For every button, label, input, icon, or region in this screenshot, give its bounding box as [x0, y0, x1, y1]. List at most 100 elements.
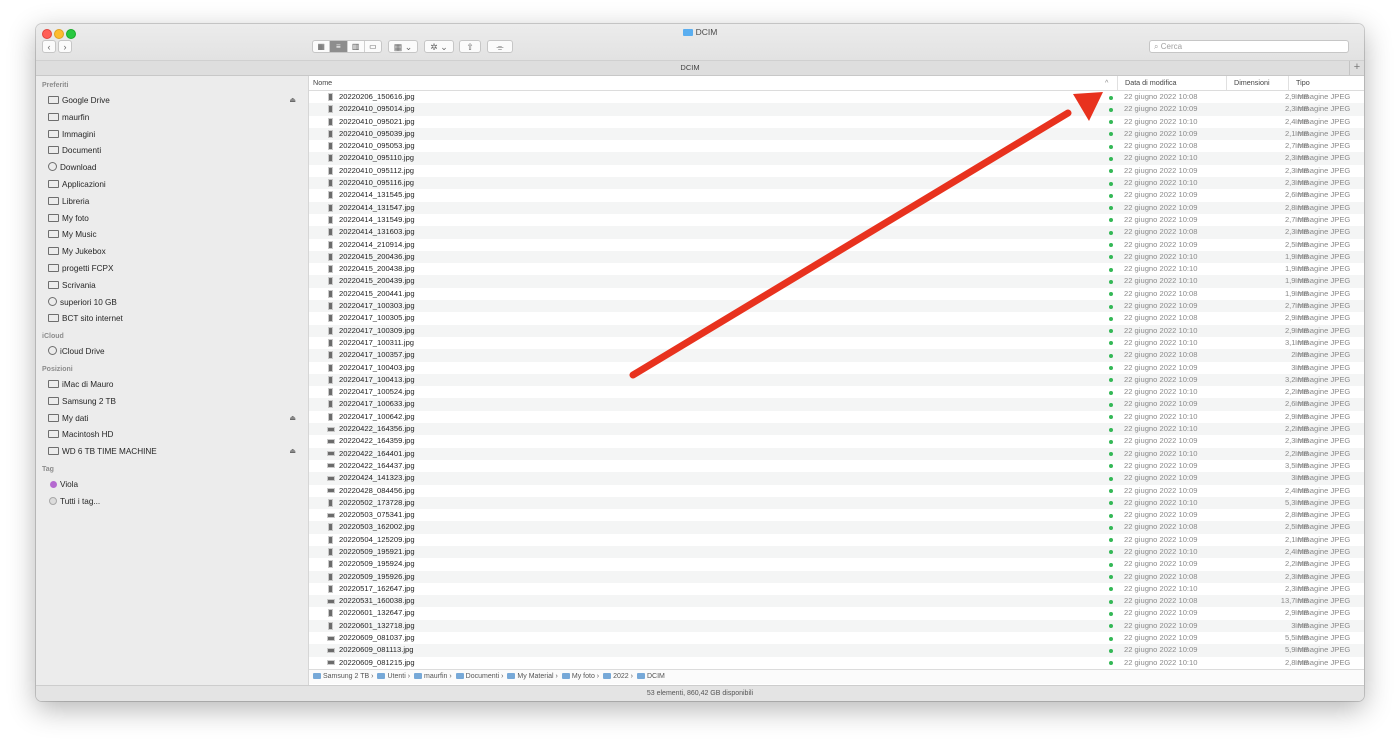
column-size[interactable]: Dimensioni — [1226, 76, 1294, 90]
sidebar-item[interactable]: superiori 10 GB — [48, 296, 304, 310]
column-kind[interactable]: Tipo — [1288, 76, 1364, 90]
sidebar-item[interactable]: Libreria — [48, 195, 304, 209]
file-row[interactable]: 20220517_162647.jpg 22 giugno 2022 10:10 2… — [309, 583, 1364, 595]
file-row[interactable]: 20220414_131545.jpg 22 giugno 2022 10:09 2… — [309, 189, 1364, 201]
file-row[interactable]: 20220410_095021.jpg 22 giugno 2022 10:10 2… — [309, 116, 1364, 128]
file-row[interactable]: 20220417_100633.jpg 22 giugno 2022 10:09 2… — [309, 398, 1364, 411]
file-row[interactable]: 20220422_164437.jpg 22 giugno 2022 10:09 3… — [309, 460, 1364, 472]
breadcrumb-item[interactable]: DCIM — [636, 673, 665, 680]
file-row[interactable]: 20220417_100403.jpg 22 giugno 2022 10:09 3… — [309, 362, 1364, 374]
back-button[interactable]: ‹ — [42, 40, 56, 53]
sidebar-item[interactable]: My Music — [48, 228, 304, 242]
column-date[interactable]: Data di modifica — [1117, 76, 1225, 90]
column-name[interactable]: Nome — [313, 76, 1103, 90]
action-button[interactable]: ✲ ⌄ — [424, 40, 454, 53]
file-row[interactable]: 20220424_141323.jpg 22 giugno 2022 10:09 3… — [309, 472, 1364, 485]
file-row[interactable]: 20220609_081113.jpg 22 giugno 2022 10:09 5… — [309, 644, 1364, 657]
sidebar-item[interactable]: iMac di Mauro — [48, 378, 304, 392]
file-row[interactable]: 20220414_131603.jpg 22 giugno 2022 10:08 2… — [309, 226, 1364, 239]
file-row[interactable]: 20220531_160038.jpg 22 giugno 2022 10:08 1… — [309, 595, 1364, 608]
file-row[interactable]: 20220428_084456.jpg 22 giugno 2022 10:09 2… — [309, 485, 1364, 497]
file-row[interactable]: 20220410_095014.jpg 22 giugno 2022 10:09 2… — [309, 103, 1364, 116]
search-field[interactable]: ⌕ Cerca — [1149, 40, 1349, 53]
sidebar-item[interactable]: BCT sito internet — [48, 312, 304, 326]
sidebar-item[interactable]: Viola — [48, 478, 304, 492]
file-row[interactable]: 20220422_164359.jpg 22 giugno 2022 10:09 2… — [309, 435, 1364, 447]
file-row[interactable]: 20220502_173728.jpg 22 giugno 2022 10:10 5… — [309, 496, 1364, 510]
file-row[interactable]: 20220417_100311.jpg 22 giugno 2022 10:10 3… — [309, 337, 1364, 349]
gallery-view-icon[interactable]: ▭ — [365, 41, 381, 52]
breadcrumb-item[interactable]: Samsung 2 TB › — [313, 673, 373, 680]
sidebar-item[interactable]: My foto — [48, 212, 304, 226]
file-row[interactable]: 20220206_150616.jpg 22 giugno 2022 10:08 2… — [309, 91, 1364, 103]
breadcrumb-item[interactable]: maurfin › — [414, 673, 452, 680]
breadcrumb-item[interactable]: My Material › — [507, 673, 558, 680]
image-thumbnail-icon — [328, 535, 333, 544]
sidebar-item[interactable]: Applicazioni — [48, 178, 304, 192]
file-row[interactable]: 20220601_132718.jpg 22 giugno 2022 10:09 3… — [309, 619, 1364, 633]
sidebar-item[interactable]: progetti FCPX — [48, 262, 304, 276]
file-row[interactable]: 20220414_131547.jpg 22 giugno 2022 10:09 2… — [309, 201, 1364, 214]
eject-icon[interactable]: ⏏ — [289, 445, 296, 459]
file-row[interactable]: 20220509_195924.jpg 22 giugno 2022 10:09 2… — [309, 558, 1364, 570]
new-tab-button[interactable]: + — [1349, 61, 1364, 75]
file-row[interactable]: 20220414_131549.jpg 22 giugno 2022 10:09 2… — [309, 214, 1364, 226]
file-row[interactable]: 20220410_095039.jpg 22 giugno 2022 10:09 2… — [309, 127, 1364, 141]
sidebar-item[interactable]: Google Drive ⏏ — [48, 94, 304, 108]
list-view-icon[interactable]: ≡ — [330, 41, 348, 52]
file-row[interactable]: 20220417_100524.jpg 22 giugno 2022 10:10 2… — [309, 386, 1364, 398]
file-row[interactable]: 20220422_164356.jpg 22 giugno 2022 10:10 2… — [309, 423, 1364, 436]
file-row[interactable]: 20220410_095116.jpg 22 giugno 2022 10:10 2… — [309, 177, 1364, 190]
group-button[interactable]: ▦ ⌄ — [388, 40, 418, 53]
file-row[interactable]: 20220609_081037.jpg 22 giugno 2022 10:09 5… — [309, 632, 1364, 644]
file-row[interactable]: 20220417_100357.jpg 22 giugno 2022 10:08 2… — [309, 349, 1364, 362]
sidebar-item[interactable]: Macintosh HD — [48, 428, 304, 442]
sidebar-item[interactable]: Documenti — [48, 144, 304, 158]
column-view-icon[interactable]: ▥ — [348, 41, 365, 52]
file-row[interactable]: 20220414_210914.jpg 22 giugno 2022 10:09 2… — [309, 239, 1364, 251]
view-mode-control[interactable]: ▦ ≡ ▥ ▭ — [312, 40, 382, 53]
sidebar-item[interactable]: WD 6 TB TIME MACHINE ⏏ — [48, 445, 304, 459]
sidebar-item[interactable]: Scrivania — [48, 279, 304, 293]
file-row[interactable]: 20220609_081215.jpg 22 giugno 2022 10:10 2… — [309, 657, 1364, 669]
file-row[interactable]: 20220415_200439.jpg 22 giugno 2022 10:10 1… — [309, 275, 1364, 288]
eject-icon[interactable]: ⏏ — [289, 94, 296, 108]
file-row[interactable]: 20220509_195921.jpg 22 giugno 2022 10:10 2… — [309, 545, 1364, 559]
file-row[interactable]: 20220415_200436.jpg 22 giugno 2022 10:10 1… — [309, 250, 1364, 264]
file-row[interactable]: 20220410_095053.jpg 22 giugno 2022 10:08 2… — [309, 140, 1364, 152]
file-row[interactable]: 20220410_095110.jpg 22 giugno 2022 10:10 2… — [309, 152, 1364, 165]
file-row[interactable]: 20220417_100303.jpg 22 giugno 2022 10:09 2… — [309, 300, 1364, 313]
file-row[interactable]: 20220415_200441.jpg 22 giugno 2022 10:08 1… — [309, 288, 1364, 300]
share-button[interactable]: ⇧ — [459, 40, 481, 53]
breadcrumb-item[interactable]: Documenti › — [455, 673, 503, 680]
breadcrumb-item[interactable]: 2022 › — [603, 673, 633, 680]
file-row[interactable]: 20220417_100305.jpg 22 giugno 2022 10:08 2… — [309, 312, 1364, 324]
file-date: 22 giugno 2022 10:08 — [1124, 596, 1198, 606]
file-row[interactable]: 20220417_100413.jpg 22 giugno 2022 10:09 3… — [309, 373, 1364, 387]
file-row[interactable]: 20220417_100642.jpg 22 giugno 2022 10:10 2… — [309, 411, 1364, 423]
sidebar-item[interactable]: Immagini — [48, 128, 304, 142]
file-row[interactable]: 20220422_164401.jpg 22 giugno 2022 10:10 2… — [309, 447, 1364, 460]
sidebar-item[interactable]: Download — [48, 161, 304, 175]
file-row[interactable]: 20220410_095112.jpg 22 giugno 2022 10:09 2… — [309, 165, 1364, 177]
eject-icon[interactable]: ⏏ — [289, 412, 296, 426]
icon-view-icon[interactable]: ▦ — [313, 41, 331, 52]
sidebar-item[interactable]: Samsung 2 TB — [48, 395, 304, 409]
sidebar-item[interactable]: My Jukebox — [48, 245, 304, 259]
file-row[interactable]: 20220415_200438.jpg 22 giugno 2022 10:10 1… — [309, 263, 1364, 275]
file-row[interactable]: 20220417_100309.jpg 22 giugno 2022 10:10 2… — [309, 324, 1364, 337]
breadcrumb-item[interactable]: My foto › — [561, 673, 599, 680]
file-row[interactable]: 20220503_162002.jpg 22 giugno 2022 10:08 2… — [309, 521, 1364, 534]
sidebar-item[interactable]: My dati ⏏ — [48, 412, 304, 426]
file-row[interactable]: 20220503_075341.jpg 22 giugno 2022 10:09 2… — [309, 509, 1364, 521]
forward-button[interactable]: › — [58, 40, 72, 53]
sidebar-item[interactable]: maurfin — [48, 111, 304, 125]
tag-button[interactable]: ⌯ — [487, 40, 513, 53]
file-row[interactable]: 20220509_195926.jpg 22 giugno 2022 10:08 2… — [309, 570, 1364, 583]
file-row[interactable]: 20220504_125209.jpg 22 giugno 2022 10:09 2… — [309, 534, 1364, 546]
sidebar-item[interactable]: iCloud Drive — [48, 345, 304, 359]
file-row[interactable]: 20220601_132647.jpg 22 giugno 2022 10:09 2… — [309, 607, 1364, 619]
breadcrumb-item[interactable]: Utenti › — [377, 673, 410, 680]
tab-title[interactable]: DCIM — [36, 61, 1344, 75]
sidebar-item[interactable]: Tutti i tag... — [48, 495, 304, 509]
